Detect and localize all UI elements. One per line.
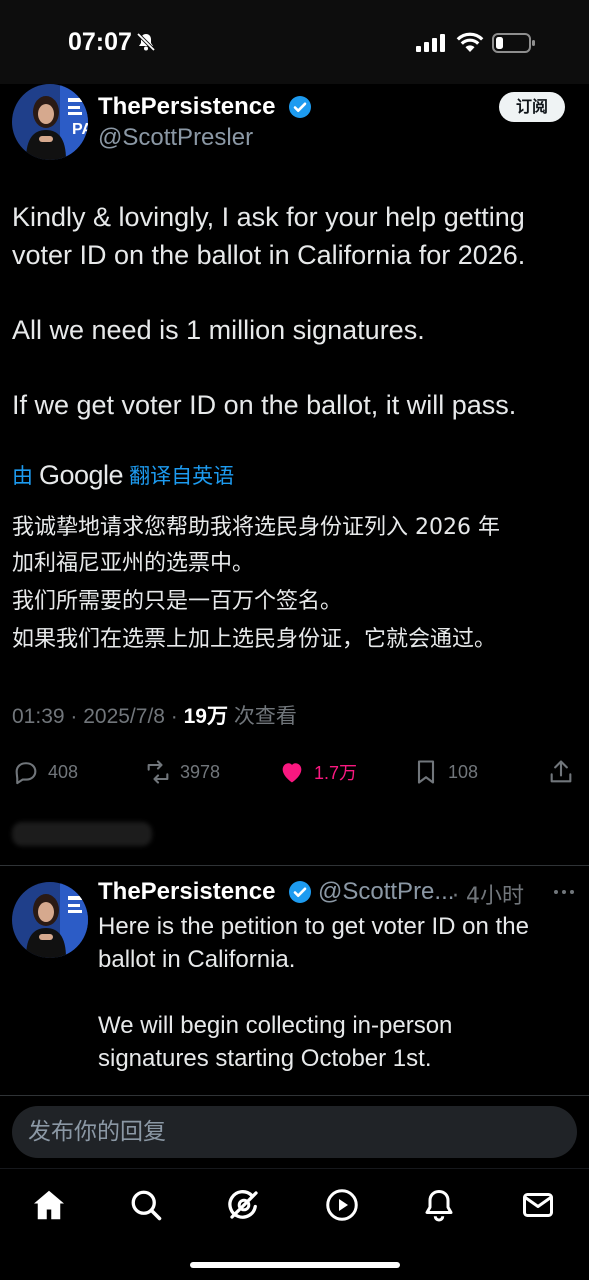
repost-count: 3978 — [180, 761, 221, 782]
subscribe-button[interactable]: 订阅 — [499, 92, 565, 122]
repost-button[interactable]: 3978 — [144, 752, 220, 792]
like-count: 1.7万 — [314, 763, 358, 783]
tweet-line: voter ID on the ballot in California for… — [12, 240, 526, 270]
action-bar: 408 3978 1.7万 108 — [0, 752, 589, 792]
views-label: 次查看 — [233, 705, 297, 728]
translated-line: 我们所需要的只是一百万个签名。 — [12, 589, 343, 614]
tweet-timestamp: 01:39 · 2025/7/8 · — [12, 705, 184, 728]
search-icon[interactable] — [128, 1187, 164, 1223]
views-count: 19万 — [183, 705, 228, 728]
heart-icon — [282, 763, 302, 783]
translated-paragraph: 我诚挚地请求您帮助我将选民身份证列入 2026 年 加利福尼亚州的选票中。 — [12, 510, 582, 582]
translated-line: 如果我们在选票上加上选民身份证，它就会通过。 — [12, 627, 497, 652]
divider — [0, 1095, 589, 1096]
home-icon[interactable] — [31, 1187, 67, 1223]
reply-line: ballot in California. — [98, 946, 296, 973]
bell-slash-icon — [136, 32, 156, 52]
reply-paragraph: We will begin collecting in-person signa… — [98, 1009, 578, 1075]
reply-time: · 4小时 — [452, 884, 524, 909]
verified-badge-icon — [289, 881, 311, 903]
reply-author-handle[interactable]: @ScottPre... — [318, 878, 454, 906]
author-avatar[interactable]: PA — [12, 84, 88, 160]
reply-line: signatures starting October 1st. — [98, 1045, 432, 1072]
translated-paragraph: 我们所需要的只是一百万个签名。 — [12, 584, 582, 620]
translated-line: 我诚挚地请求您帮助我将选民身份证列入 2026 年 — [12, 515, 500, 540]
translation-attribution[interactable]: 由 Google 翻译自英语 — [12, 457, 234, 493]
reply-button[interactable]: 408 — [12, 752, 78, 792]
reply-count: 408 — [48, 761, 79, 782]
google-logo: Google — [39, 459, 124, 490]
blurred-content — [12, 822, 152, 846]
divider — [0, 865, 589, 866]
translate-suffix: 翻译自英语 — [129, 464, 235, 488]
status-time: 07:07 — [68, 28, 132, 56]
reply-line: Here is the petition to get voter ID on … — [98, 913, 529, 940]
tweet-meta: 01:39 · 2025/7/8 · 19万 次查看 — [12, 700, 297, 730]
author-handle[interactable]: @ScottPresler — [98, 124, 253, 152]
svg-text:PA: PA — [72, 121, 88, 138]
translated-line: 加利福尼亚州的选票中。 — [12, 551, 255, 576]
home-indicator — [190, 1262, 400, 1268]
bookmark-icon — [417, 760, 435, 784]
translated-paragraph: 如果我们在选票上加上选民身份证，它就会通过。 — [12, 622, 582, 658]
avatar-image: PA — [12, 84, 88, 160]
messages-icon[interactable] — [520, 1187, 556, 1223]
share-button[interactable] — [547, 752, 575, 792]
reply-paragraph: Here is the petition to get voter ID on … — [98, 910, 578, 976]
cellular-signal-icon — [416, 34, 445, 52]
reply-icon — [15, 762, 37, 785]
tweet-text: Kindly & lovingly, I ask for your help g… — [12, 198, 582, 424]
share-icon — [550, 760, 572, 783]
reply-line: We will begin collecting in-person — [98, 1012, 453, 1039]
verified-badge-icon — [289, 96, 311, 118]
status-bar: 07:07 — [0, 0, 589, 84]
tweet-paragraph: All we need is 1 million signatures. — [12, 311, 582, 349]
reply-author-avatar[interactable] — [12, 882, 88, 958]
wifi-icon — [456, 32, 484, 52]
video-icon[interactable] — [324, 1187, 360, 1223]
translate-prefix: 由 — [12, 464, 33, 488]
author-name[interactable]: ThePersistence — [98, 93, 275, 121]
tweet-line: If we get voter ID on the ballot, it wil… — [12, 390, 517, 420]
grok-icon[interactable] — [226, 1187, 262, 1223]
tweet-paragraph: Kindly & lovingly, I ask for your help g… — [12, 198, 582, 274]
tweet-line: Kindly & lovingly, I ask for your help g… — [12, 202, 525, 232]
tweet-paragraph: If we get voter ID on the ballot, it wil… — [12, 386, 582, 424]
avatar-image — [12, 882, 88, 958]
battery-icon — [492, 33, 535, 53]
more-options-icon[interactable] — [552, 882, 576, 902]
reply-text: Here is the petition to get voter ID on … — [98, 910, 578, 1075]
bookmark-count: 108 — [448, 761, 479, 782]
translated-text: 我诚挚地请求您帮助我将选民身份证列入 2026 年 加利福尼亚州的选票中。 我们… — [12, 510, 582, 658]
repost-icon — [147, 760, 169, 784]
reply-input[interactable] — [12, 1106, 577, 1158]
bookmark-button[interactable]: 108 — [412, 752, 478, 792]
like-button[interactable]: 1.7万 — [278, 752, 357, 792]
screen: 07:07 PA ThePersistence @ScottPresler 订阅… — [0, 0, 589, 1280]
notifications-icon[interactable] — [421, 1187, 457, 1223]
reply-author-name[interactable]: ThePersistence — [98, 878, 275, 906]
tweet-line: All we need is 1 million signatures. — [12, 315, 425, 345]
